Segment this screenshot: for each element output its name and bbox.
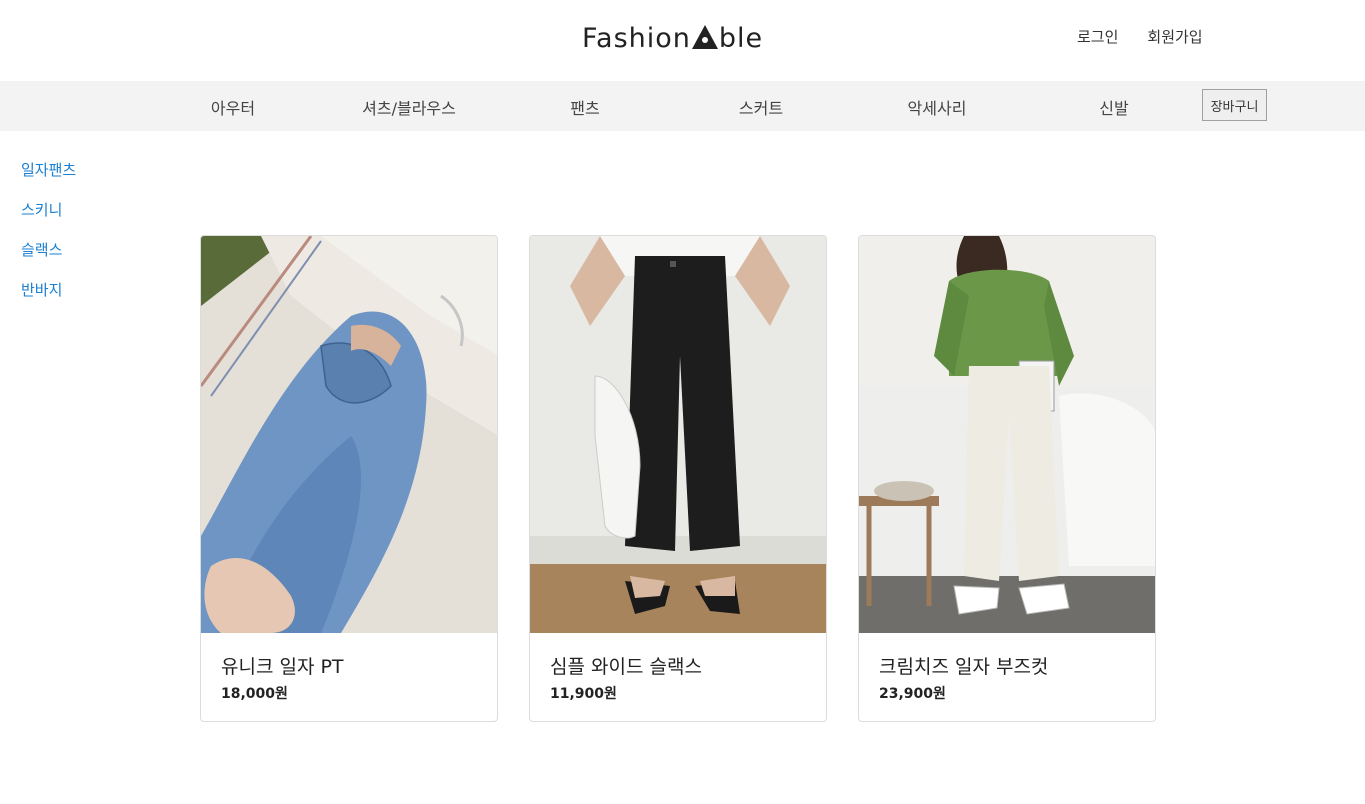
signup-link[interactable]: 회원가입 xyxy=(1147,26,1202,47)
nav-item-pants[interactable]: 팬츠 xyxy=(570,95,599,119)
product-name[interactable]: 크림치즈 일자 부즈컷 xyxy=(879,652,1048,679)
login-link[interactable]: 로그인 xyxy=(1077,26,1118,47)
logo-triangle-icon xyxy=(691,25,718,49)
product-price: 18,000원 xyxy=(221,686,288,702)
nav-item-outer[interactable]: 아우터 xyxy=(211,95,255,119)
product-image[interactable] xyxy=(201,236,497,633)
product-price: 11,900원 xyxy=(550,686,617,702)
product-image[interactable] xyxy=(859,236,1155,633)
logo-text-right: ble xyxy=(718,22,764,54)
nav-item-shoes[interactable]: 신발 xyxy=(1099,95,1128,119)
sidebar-item-skinny[interactable]: 스키니 xyxy=(21,198,76,238)
sidebar-item-straight-pants[interactable]: 일자팬츠 xyxy=(21,158,76,198)
product-card[interactable]: 심플 와이드 슬랙스 11,900원 xyxy=(529,235,827,722)
product-photo-jeans xyxy=(201,236,497,633)
nav-item-skirt[interactable]: 스커트 xyxy=(739,95,783,119)
auth-links: 로그인 회원가입 xyxy=(1077,26,1203,47)
product-card[interactable]: 유니크 일자 PT 18,000원 xyxy=(200,235,498,722)
nav-item-accessories[interactable]: 악세사리 xyxy=(908,95,967,119)
category-nav: 아우터 셔츠/블라우스 팬츠 스커트 악세사리 신발 xyxy=(0,81,1365,131)
product-name[interactable]: 유니크 일자 PT xyxy=(221,652,344,679)
site-logo[interactable]: Fashion ble xyxy=(582,20,763,56)
product-photo-bootcut xyxy=(859,236,1155,633)
product-name[interactable]: 심플 와이드 슬랙스 xyxy=(550,652,702,679)
sidebar-item-shorts[interactable]: 반바지 xyxy=(21,278,76,318)
sidebar-item-slacks[interactable]: 슬랙스 xyxy=(21,238,76,278)
site-header: Fashion ble 로그인 회원가입 xyxy=(0,0,1365,81)
product-price: 23,900원 xyxy=(879,686,946,702)
nav-item-shirts-blouse[interactable]: 셔츠/블라우스 xyxy=(362,95,456,119)
product-photo-slacks xyxy=(530,236,826,633)
product-image[interactable] xyxy=(530,236,826,633)
product-card[interactable]: 크림치즈 일자 부즈컷 23,900원 xyxy=(858,235,1156,722)
cart-button[interactable]: 장바구니 xyxy=(1202,89,1267,121)
logo-text-left: Fashion xyxy=(582,22,691,54)
sub-category-sidebar: 일자팬츠 스키니 슬랙스 반바지 xyxy=(21,158,76,318)
